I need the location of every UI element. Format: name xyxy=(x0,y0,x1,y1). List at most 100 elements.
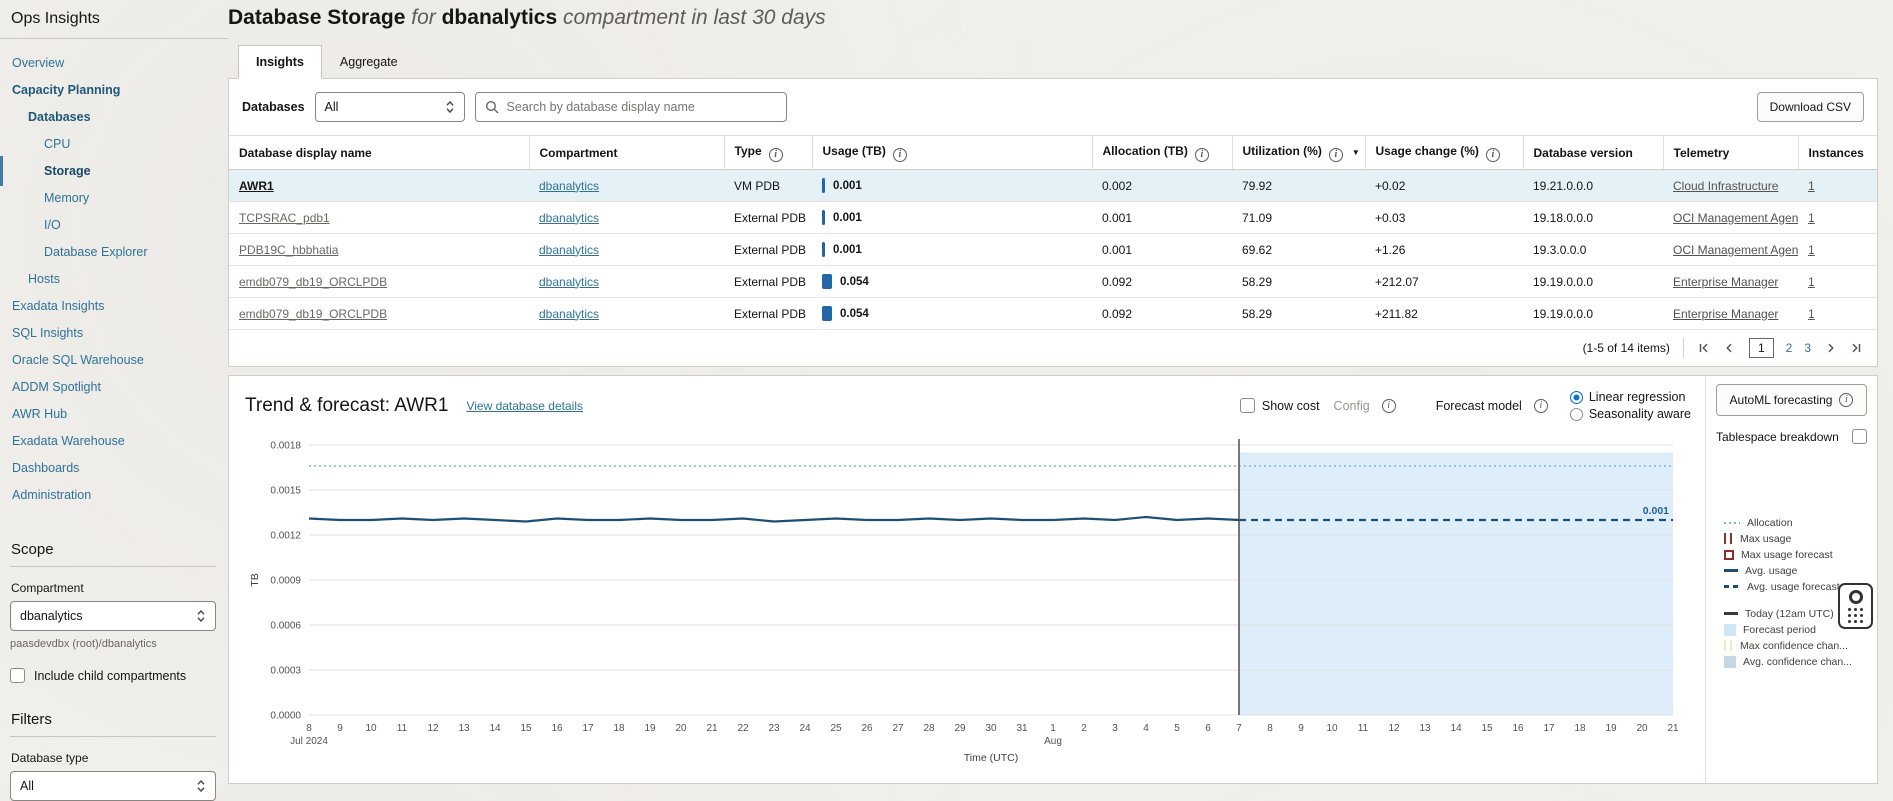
telemetry-link[interactable]: Enterprise Manager xyxy=(1673,307,1778,321)
checkbox-icon[interactable] xyxy=(1852,429,1867,444)
sidebar-item-hosts[interactable]: Hosts xyxy=(10,270,216,297)
prev-page-button[interactable] xyxy=(1723,342,1736,354)
database-name-link[interactable]: PDB19C_hbbhatia xyxy=(239,243,338,257)
checkbox-icon[interactable] xyxy=(1240,398,1255,413)
column-header-allocation-tb[interactable]: Allocation (TB)i xyxy=(1092,136,1232,170)
linear-regression-radio[interactable]: Linear regression xyxy=(1570,390,1691,404)
telemetry-link[interactable]: Cloud Infrastructure xyxy=(1673,179,1778,193)
radio-icon[interactable] xyxy=(1570,408,1583,421)
compartment-link[interactable]: dbanalytics xyxy=(539,179,599,193)
info-icon[interactable]: i xyxy=(1486,148,1500,162)
sidebar-item-cpu[interactable]: CPU xyxy=(10,135,216,162)
column-header-database-display-name[interactable]: Database display name xyxy=(229,136,529,170)
sidebar-item-databases[interactable]: Databases xyxy=(10,108,216,135)
sidebar-item-memory[interactable]: Memory xyxy=(10,189,216,216)
search-input[interactable] xyxy=(505,99,777,115)
svg-text:18: 18 xyxy=(1574,723,1586,734)
table-row[interactable]: AWR1dbanalyticsVM PDB0.0010.00279.92+0.0… xyxy=(229,170,1877,202)
sidebar-item-capacity-planning[interactable]: Capacity Planning xyxy=(10,81,216,108)
svg-text:0.0000: 0.0000 xyxy=(270,711,301,722)
compartment-link[interactable]: dbanalytics xyxy=(539,275,599,289)
svg-text:20: 20 xyxy=(675,723,687,734)
column-header-usage-change[interactable]: Usage change (%)i xyxy=(1365,136,1523,170)
sidebar-item-awr-hub[interactable]: AWR Hub xyxy=(10,405,216,432)
database-name-link[interactable]: emdb079_db19_ORCLPDB xyxy=(239,275,387,289)
sidebar-item-oracle-sql-warehouse[interactable]: Oracle SQL Warehouse xyxy=(10,351,216,378)
compartment-label: Compartment xyxy=(11,581,216,595)
main-content: Database Storage for dbanalytics compart… xyxy=(228,0,1878,784)
page-button-1[interactable]: 1 xyxy=(1749,338,1774,358)
database-type-value: All xyxy=(20,779,34,793)
sidebar-item-storage[interactable]: Storage xyxy=(10,162,216,189)
column-header-usage-tb[interactable]: Usage (TB)i xyxy=(812,136,1092,170)
instances-link[interactable]: 1 xyxy=(1808,275,1815,289)
last-page-button[interactable] xyxy=(1850,342,1863,354)
column-header-telemetry[interactable]: Telemetry xyxy=(1663,136,1798,170)
databases-select[interactable]: All xyxy=(315,92,465,122)
instances-link[interactable]: 1 xyxy=(1808,211,1815,225)
insights-panel: Databases All Download CSV Database disp… xyxy=(228,78,1878,367)
usage-change-cell: +211.82 xyxy=(1365,298,1523,330)
telemetry-link[interactable]: OCI Management Agent xyxy=(1673,243,1798,257)
info-icon[interactable]: i xyxy=(1329,148,1343,162)
sidebar: Ops Insights OverviewCapacity PlanningDa… xyxy=(0,0,228,784)
tablespace-breakdown-toggle[interactable]: Tablespace breakdown xyxy=(1716,429,1867,444)
compartment-link[interactable]: dbanalytics xyxy=(539,307,599,321)
column-header-compartment[interactable]: Compartment xyxy=(529,136,724,170)
telemetry-link[interactable]: Enterprise Manager xyxy=(1673,275,1778,289)
accessibility-widget-button[interactable] xyxy=(1838,583,1873,629)
info-icon[interactable]: i xyxy=(769,148,783,162)
view-database-details-link[interactable]: View database details xyxy=(466,399,583,413)
tab-insights[interactable]: Insights xyxy=(238,45,322,79)
database-name-link[interactable]: emdb079_db19_ORCLPDB xyxy=(239,307,387,321)
column-header-instances[interactable]: Instances xyxy=(1798,136,1877,170)
sidebar-item-overview[interactable]: Overview xyxy=(10,54,216,81)
info-icon[interactable]: i xyxy=(1195,148,1209,162)
show-cost-checkbox[interactable]: Show cost xyxy=(1240,398,1320,413)
info-icon[interactable]: i xyxy=(893,148,907,162)
info-icon[interactable]: i xyxy=(1534,399,1548,413)
info-icon[interactable]: i xyxy=(1382,399,1396,413)
sidebar-item-administration[interactable]: Administration xyxy=(10,486,216,513)
table-row[interactable]: emdb079_db19_ORCLPDBdbanalyticsExternal … xyxy=(229,266,1877,298)
page-number-list: 123 xyxy=(1749,338,1811,358)
sidebar-item-addm-spotlight[interactable]: ADDM Spotlight xyxy=(10,378,216,405)
column-header-type[interactable]: Typei xyxy=(724,136,812,170)
next-page-button[interactable] xyxy=(1824,342,1837,354)
usage-cell: 0.001 xyxy=(812,234,1092,266)
column-header-utilization[interactable]: Utilization (%)i▼ xyxy=(1232,136,1365,170)
database-name-link[interactable]: AWR1 xyxy=(239,179,274,193)
download-csv-button[interactable]: Download CSV xyxy=(1757,92,1864,122)
database-type-select[interactable]: All xyxy=(10,771,216,801)
column-header-database-version[interactable]: Database version xyxy=(1523,136,1663,170)
instances-link[interactable]: 1 xyxy=(1808,307,1815,321)
automl-forecasting-button[interactable]: AutoML forecasting i xyxy=(1716,384,1867,416)
compartment-select[interactable]: dbanalytics xyxy=(10,601,216,631)
sidebar-item-exadata-warehouse[interactable]: Exadata Warehouse xyxy=(10,432,216,459)
first-page-button[interactable] xyxy=(1697,342,1710,354)
table-row[interactable]: PDB19C_hbbhatiadbanalyticsExternal PDB0.… xyxy=(229,234,1877,266)
compartment-link[interactable]: dbanalytics xyxy=(539,243,599,257)
checkbox-icon[interactable] xyxy=(10,668,25,683)
sidebar-item-database-explorer[interactable]: Database Explorer xyxy=(10,243,216,270)
radio-selected-icon[interactable] xyxy=(1570,391,1583,404)
include-child-compartments-checkbox[interactable]: Include child compartments xyxy=(10,668,216,683)
sidebar-item-sql-insights[interactable]: SQL Insights xyxy=(10,324,216,351)
instances-link[interactable]: 1 xyxy=(1808,243,1815,257)
instances-link[interactable]: 1 xyxy=(1808,179,1815,193)
search-box[interactable] xyxy=(475,92,787,122)
page-button-2[interactable]: 2 xyxy=(1786,341,1793,355)
tab-aggregate[interactable]: Aggregate xyxy=(322,45,416,79)
sidebar-item-exadata-insights[interactable]: Exadata Insights xyxy=(10,297,216,324)
page-button-3[interactable]: 3 xyxy=(1804,341,1811,355)
usage-cell: 0.054 xyxy=(812,298,1092,330)
sidebar-item-i-o[interactable]: I/O xyxy=(10,216,216,243)
tab-bar: InsightsAggregate xyxy=(238,45,1878,79)
table-row[interactable]: TCPSRAC_pdb1dbanalyticsExternal PDB0.001… xyxy=(229,202,1877,234)
database-name-link[interactable]: TCPSRAC_pdb1 xyxy=(239,211,330,225)
compartment-link[interactable]: dbanalytics xyxy=(539,211,599,225)
table-row[interactable]: emdb079_db19_ORCLPDBdbanalyticsExternal … xyxy=(229,298,1877,330)
telemetry-link[interactable]: OCI Management Agent xyxy=(1673,211,1798,225)
sidebar-item-dashboards[interactable]: Dashboards xyxy=(10,459,216,486)
seasonality-aware-radio[interactable]: Seasonality aware xyxy=(1570,407,1691,421)
